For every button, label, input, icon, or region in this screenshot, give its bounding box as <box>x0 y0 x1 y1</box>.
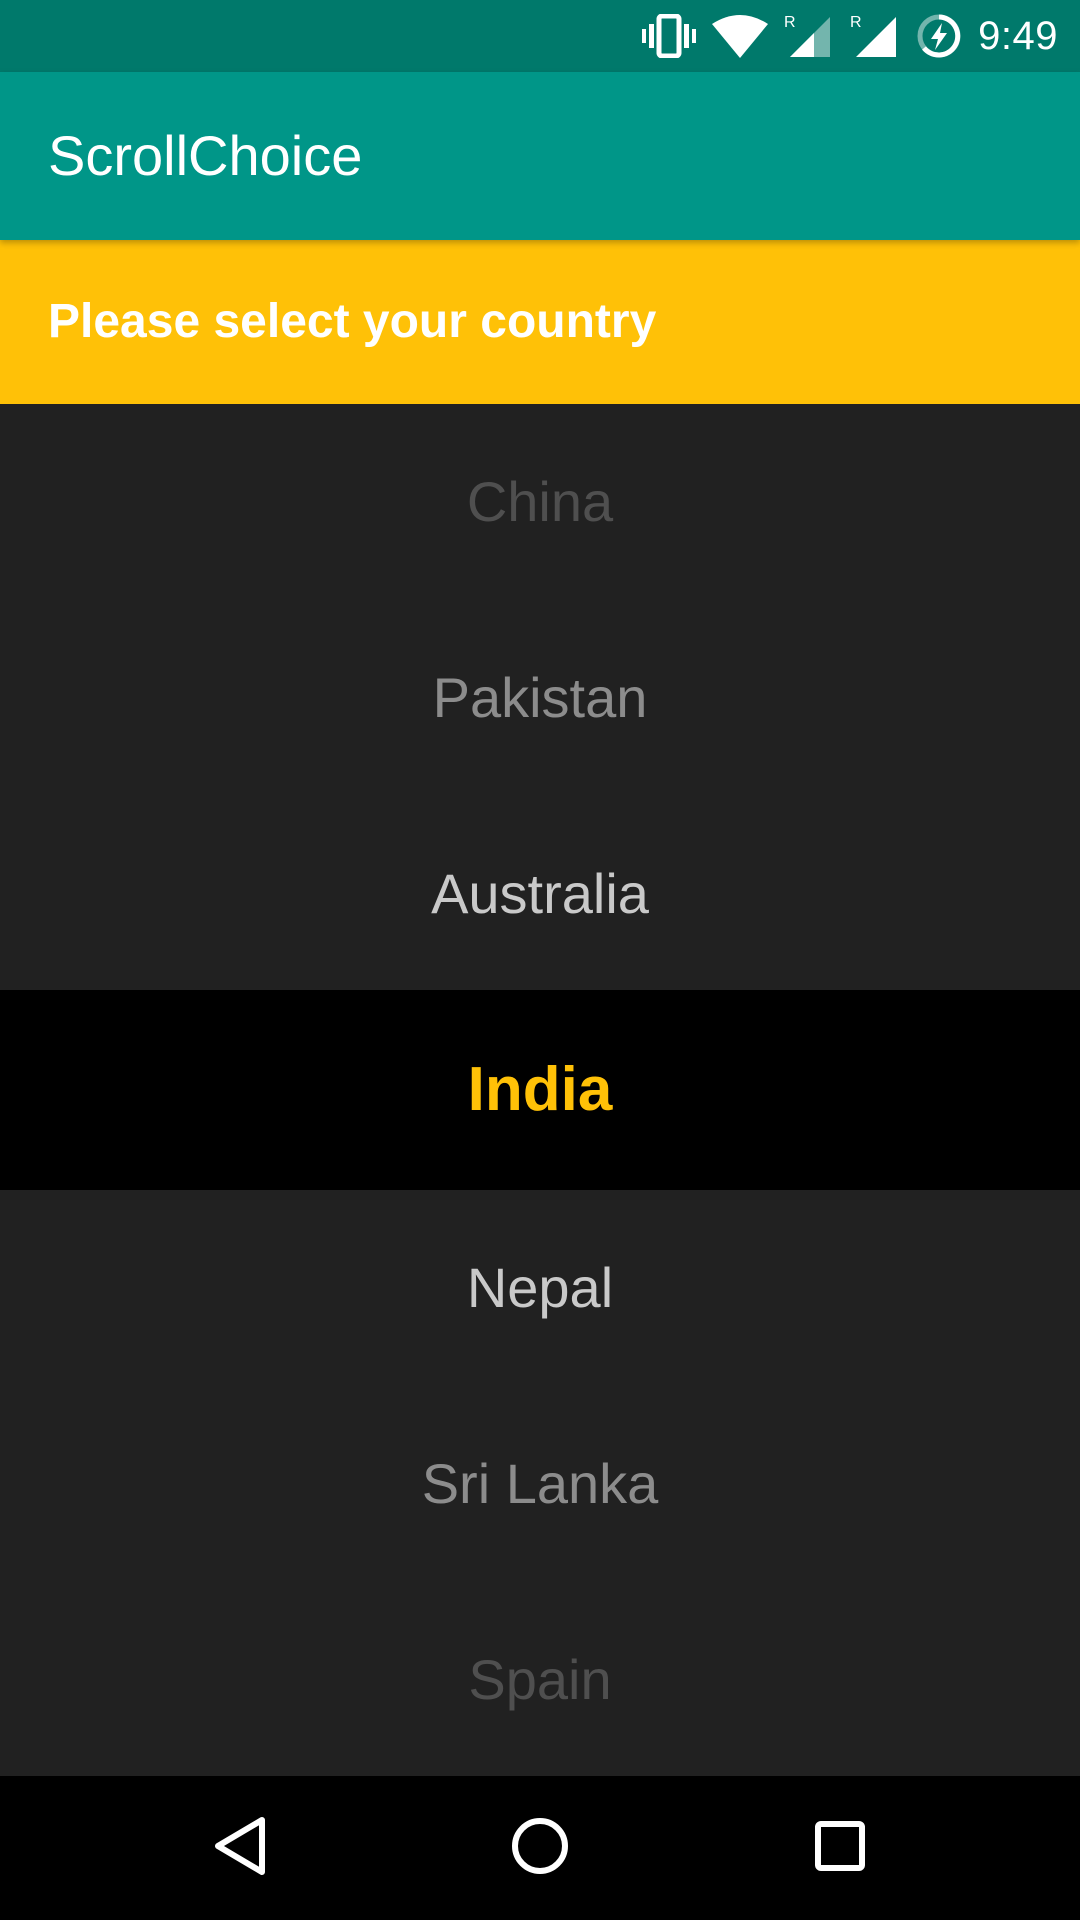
app-title: ScrollChoice <box>48 124 363 187</box>
prompt-banner: Please select your country <box>0 240 1080 404</box>
wifi-icon <box>712 14 769 58</box>
picker-item-china[interactable]: China <box>0 404 1080 600</box>
back-button[interactable] <box>140 1776 340 1920</box>
recents-button[interactable] <box>740 1776 940 1920</box>
back-icon <box>212 1816 268 1881</box>
picker-item-selected[interactable]: India <box>0 990 1080 1190</box>
recents-icon <box>814 1820 866 1877</box>
battery-charging-icon <box>916 13 962 59</box>
country-picker[interactable]: China Pakistan Australia India Nepal Sri… <box>0 404 1080 1776</box>
status-time: 9:49 <box>978 13 1058 58</box>
picker-item-sri-lanka[interactable]: Sri Lanka <box>0 1386 1080 1582</box>
roaming-label: R <box>784 14 796 31</box>
status-icons: R R 9:49 <box>642 0 1058 72</box>
nav-bar <box>0 1776 1080 1920</box>
signal-roaming-icon: R <box>784 13 834 59</box>
picker-item-spain[interactable]: Spain <box>0 1582 1080 1778</box>
screen: R R 9:49 ScrollChoice Please select your… <box>0 0 1080 1920</box>
app-bar: ScrollChoice <box>0 72 1080 240</box>
picker-item-nepal[interactable]: Nepal <box>0 1190 1080 1386</box>
home-button[interactable] <box>440 1776 640 1920</box>
vibrate-icon <box>642 14 697 58</box>
status-bar: R R 9:49 <box>0 0 1080 72</box>
picker-item-australia[interactable]: Australia <box>0 796 1080 992</box>
home-icon <box>510 1816 570 1881</box>
picker-item-pakistan[interactable]: Pakistan <box>0 600 1080 796</box>
prompt-text: Please select your country <box>48 295 657 348</box>
signal-roaming-icon: R <box>850 13 900 59</box>
roaming-label: R <box>850 14 862 31</box>
